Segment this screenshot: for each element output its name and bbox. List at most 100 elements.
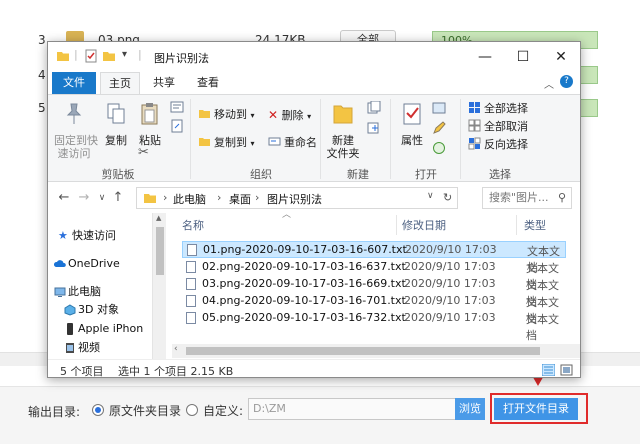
cube-icon (64, 304, 76, 316)
new-folder-label: 新建 文件夹 (326, 134, 360, 160)
chevron-down-icon: ▾ (250, 111, 255, 120)
paste-button[interactable]: 粘贴 (136, 101, 164, 147)
custom-folder-radio[interactable] (186, 404, 198, 416)
source-folder-label[interactable]: 原文件夹目录 (109, 402, 181, 419)
tab-home[interactable]: 主页 (100, 72, 140, 94)
cut-icon[interactable]: ✂ (138, 145, 149, 160)
copy-path-icon[interactable] (170, 101, 184, 113)
browse-button[interactable]: 浏览 (455, 398, 485, 420)
up-arrow-icon[interactable]: ↑ (110, 189, 126, 207)
column-header-type[interactable]: 类型 (524, 217, 546, 233)
search-input[interactable]: 搜索"图片... ⚲ (482, 187, 572, 209)
refresh-icon[interactable]: ↻ (443, 191, 452, 204)
nav-item-label: 视频 (78, 341, 100, 354)
file-row[interactable]: 03.png-2020-09-10-17-03-16-669.txt 2020/… (182, 276, 566, 308)
breadcrumb-current-folder[interactable]: 图片识别法 (267, 191, 322, 207)
copy-button[interactable]: 复制 (102, 101, 130, 147)
copy-to-button[interactable]: 复制到 ▾ (198, 135, 255, 151)
nav-item-label: OneDrive (68, 257, 120, 270)
invert-selection-button[interactable]: 反向选择 (468, 137, 528, 153)
file-row[interactable]: 02.png-2020-09-10-17-03-16-637.txt 2020/… (182, 259, 566, 291)
invert-selection-icon (468, 137, 481, 150)
file-date: 2020/9/10 17:03 (405, 243, 497, 256)
copy-label: 复制 (105, 134, 127, 147)
large-icons-view-icon[interactable] (560, 364, 573, 376)
edit-icon[interactable] (432, 121, 446, 135)
breadcrumb-desktop[interactable]: 桌面 (229, 191, 251, 207)
address-bar[interactable]: › 此电脑 › 桌面 › 图片识别法 ∨ ↻ (136, 187, 458, 209)
customize-toolbar-icon[interactable]: ▾ (122, 49, 127, 60)
nav-scrollbar[interactable]: ▲ (152, 213, 166, 359)
nav-item-label: Apple iPhon (78, 322, 144, 335)
select-none-label: 全部取消 (484, 120, 528, 133)
minimize-icon[interactable]: — (466, 42, 504, 72)
text-file-icon (186, 312, 196, 324)
properties-check-icon[interactable] (84, 49, 98, 63)
search-placeholder: 搜索"图片... (489, 191, 549, 204)
nav-item-3d-objects[interactable]: 3D 对象 (64, 301, 119, 319)
text-file-icon (186, 278, 196, 290)
help-icon[interactable]: ? (560, 75, 573, 88)
properties-icon (403, 103, 421, 125)
select-all-label: 全部选择 (484, 102, 528, 115)
select-all-button[interactable]: 全部选择 (468, 101, 528, 117)
nav-item-apple-iphone[interactable]: Apple iPhon (67, 320, 144, 338)
new-folder-icon (333, 105, 353, 124)
scroll-up-icon[interactable]: ▲ (156, 214, 161, 222)
move-folder-icon (199, 110, 210, 118)
move-to-button[interactable]: 移动到 ▾ (198, 107, 255, 123)
nav-item-videos[interactable]: 视频 (66, 339, 100, 357)
file-row[interactable]: 01.png-2020-09-10-17-03-16-607.txt 2020/… (182, 241, 566, 274)
details-view-icon[interactable] (542, 364, 555, 376)
close-icon[interactable]: ✕ (542, 42, 580, 72)
source-folder-radio[interactable] (92, 404, 104, 416)
item-count: 5 个项目 (60, 365, 104, 378)
new-folder-button[interactable]: 新建 文件夹 (326, 101, 360, 160)
nav-item-label: 快速访问 (72, 229, 116, 242)
scroll-left-icon[interactable]: ‹ (174, 344, 178, 354)
maximize-icon[interactable]: ☐ (504, 42, 542, 72)
easy-access-icon[interactable] (366, 121, 382, 135)
tab-view[interactable]: 查看 (188, 72, 228, 94)
address-dropdown-icon[interactable]: ∨ (427, 191, 434, 201)
scrollbar-thumb[interactable] (186, 347, 540, 355)
file-row[interactable]: 05.png-2020-09-10-17-03-16-732.txt 2020/… (182, 310, 566, 342)
tab-share[interactable]: 共享 (144, 72, 184, 94)
properties-button[interactable]: 属性 (398, 101, 426, 147)
select-none-button[interactable]: 全部取消 (468, 119, 528, 135)
file-row[interactable]: 04.png-2020-09-10-17-03-16-701.txt 2020/… (182, 293, 566, 325)
history-icon[interactable] (432, 141, 446, 155)
column-divider[interactable] (396, 215, 397, 235)
collapse-ribbon-icon[interactable]: ︿ (544, 76, 554, 91)
delete-button[interactable]: ✕ 删除 ▾ (268, 107, 311, 123)
file-name: 02.png-2020-09-10-17-03-16-637.txt (202, 260, 406, 273)
computer-icon (54, 287, 66, 297)
folder-icon (144, 194, 156, 203)
nav-item-label: 此电脑 (68, 285, 101, 298)
column-header-name[interactable]: 名称 (182, 217, 204, 233)
open-group-label: 打开 (415, 168, 437, 181)
back-arrow-icon[interactable]: ← (56, 189, 72, 207)
pin-quick-access-button[interactable]: 固定到快 速访问 (54, 101, 98, 160)
output-path-input[interactable]: D:\ZM (248, 398, 456, 420)
text-file-icon (186, 295, 196, 307)
forward-arrow-icon[interactable]: → (76, 189, 92, 207)
open-icon[interactable] (432, 101, 446, 115)
tab-file[interactable]: 文件 (52, 72, 96, 94)
rename-icon (268, 137, 281, 146)
nav-item-quick-access[interactable]: ★ 快速访问 (58, 227, 116, 245)
breadcrumb-this-pc[interactable]: 此电脑 (173, 191, 206, 207)
rename-button[interactable]: 重命名 (268, 135, 317, 151)
new-item-icon[interactable] (366, 101, 382, 115)
new-folder-quick-icon[interactable] (102, 49, 116, 63)
paste-shortcut-icon[interactable] (170, 119, 184, 133)
column-header-date[interactable]: 修改日期 (402, 217, 446, 233)
nav-item-onedrive[interactable]: OneDrive (54, 255, 120, 273)
scrollbar-thumb[interactable] (156, 227, 164, 275)
column-divider[interactable] (516, 215, 517, 235)
chevron-down-icon: ▾ (307, 112, 312, 121)
file-list-horizontal-scrollbar[interactable]: ‹ (172, 344, 580, 358)
nav-item-this-pc[interactable]: 此电脑 (54, 283, 101, 301)
custom-folder-label[interactable]: 自定义: (203, 402, 243, 419)
recent-locations-chevron-icon[interactable]: ∨ (94, 189, 110, 207)
